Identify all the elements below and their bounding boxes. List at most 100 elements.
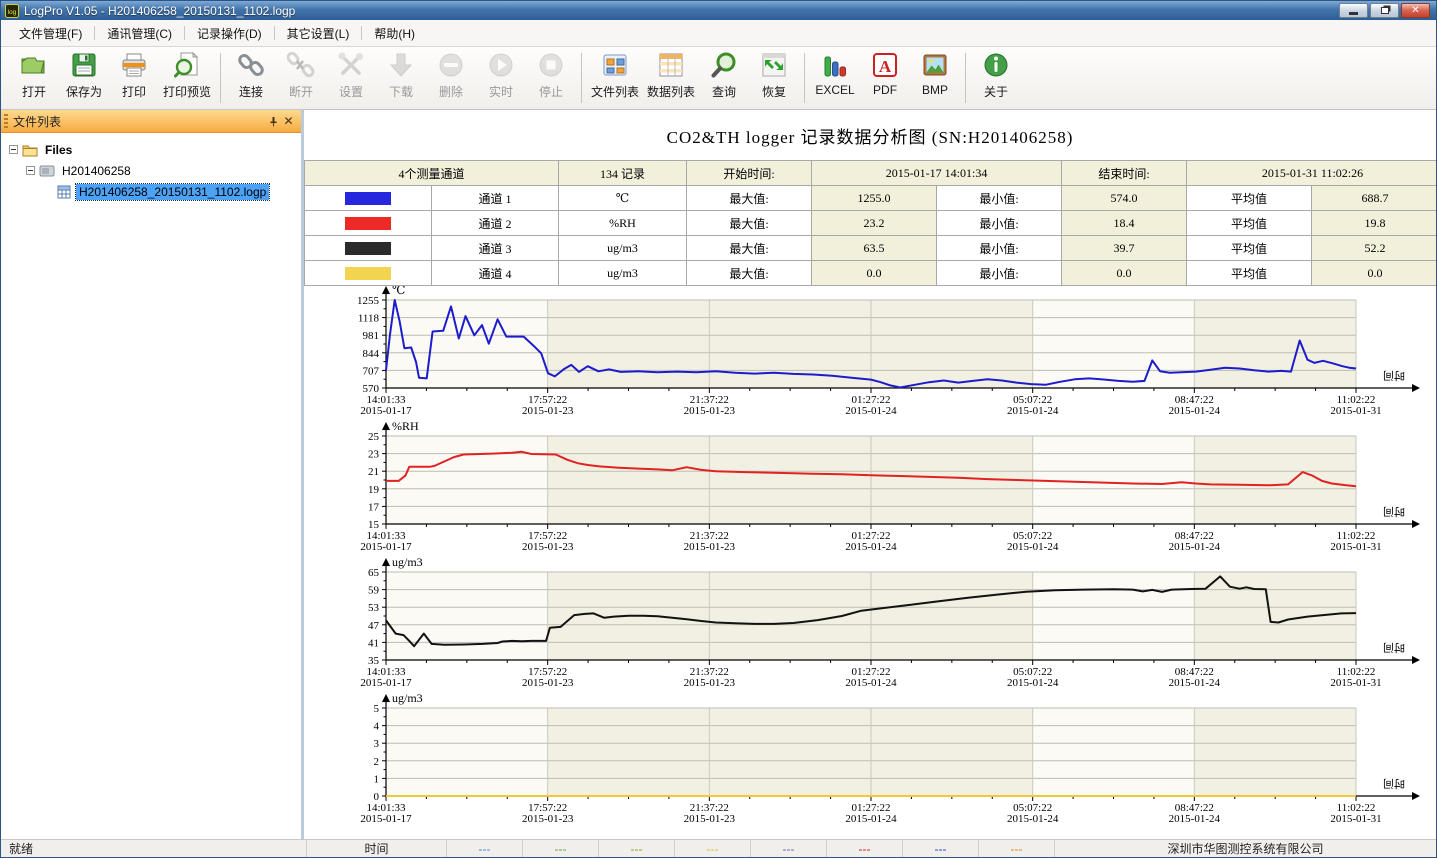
summary-table: 4个测量通道134 记录开始时间:2015-01-17 14:01:34结束时间… bbox=[304, 160, 1436, 286]
channel-color-cell bbox=[305, 236, 432, 261]
x-tick-date: 2015-01-24 bbox=[1007, 677, 1059, 689]
close-button[interactable]: ✕ bbox=[1401, 3, 1430, 18]
x-axis-arrow bbox=[1412, 384, 1420, 392]
plot-band bbox=[548, 436, 710, 524]
x-tick-date: 2015-01-24 bbox=[1007, 541, 1059, 553]
x-tick-date: 2015-01-31 bbox=[1330, 541, 1381, 553]
channel-color-cell bbox=[305, 211, 432, 236]
toolbar-query-magnifier-button[interactable]: 查询 bbox=[699, 51, 749, 100]
header-record-count: 134 记录 bbox=[559, 161, 687, 186]
panel-close-button[interactable]: ✕ bbox=[281, 114, 296, 129]
x-axis-title: 时间 bbox=[1383, 369, 1405, 382]
x-tick-date: 2015-01-31 bbox=[1330, 677, 1381, 689]
x-tick-date: 2015-01-23 bbox=[684, 813, 736, 825]
stop-circle-icon bbox=[537, 51, 565, 82]
tree-expander[interactable] bbox=[26, 166, 35, 175]
x-tick-date: 2015-01-17 bbox=[360, 677, 412, 689]
toolbar-print-preview-button[interactable]: 打印预览 bbox=[159, 51, 215, 100]
about-info-icon bbox=[982, 51, 1010, 82]
plot-band bbox=[871, 708, 1033, 796]
menu-item-5[interactable]: 帮助(H) bbox=[362, 21, 427, 46]
file-list-panel-header: 文件列表 ✕ bbox=[1, 110, 301, 133]
y-tick-label: 1118 bbox=[358, 313, 380, 325]
print-preview-icon bbox=[173, 51, 201, 82]
plot-band bbox=[871, 300, 1033, 388]
tree-item-files-root[interactable]: Files bbox=[3, 139, 299, 160]
avg-label: 平均值 bbox=[1187, 261, 1312, 286]
plot-band bbox=[1033, 300, 1195, 388]
y-axis-arrow bbox=[382, 286, 390, 294]
status-value-cell-3: --- bbox=[598, 840, 674, 857]
x-tick-date: 2015-01-24 bbox=[1007, 813, 1059, 825]
y-tick-label: 47 bbox=[368, 620, 380, 632]
x-tick-date: 2015-01-24 bbox=[845, 405, 897, 417]
realtime-play-icon bbox=[487, 51, 515, 82]
device-icon bbox=[39, 164, 55, 178]
menu-item-1[interactable]: 文件管理(F) bbox=[7, 21, 94, 46]
menu-item-2[interactable]: 通讯管理(C) bbox=[95, 21, 184, 46]
close-icon: ✕ bbox=[1411, 6, 1419, 16]
connect-chain-icon bbox=[237, 51, 265, 82]
pdf-icon: A bbox=[871, 51, 899, 82]
channel-name: 通道 2 bbox=[432, 211, 559, 236]
disconnect-chain-icon bbox=[287, 51, 315, 82]
save-floppy-icon bbox=[70, 51, 98, 82]
toolbar-file-list-panel-button[interactable]: 文件列表 bbox=[587, 51, 643, 100]
minimize-button[interactable] bbox=[1339, 3, 1368, 18]
plot-band bbox=[871, 572, 1033, 660]
restore-arrows-icon bbox=[760, 51, 788, 82]
max-label: 最大值: bbox=[687, 261, 812, 286]
toolbar-pdf-button[interactable]: APDF bbox=[860, 51, 910, 97]
toolbar-open-folder-button[interactable]: 打开 bbox=[9, 51, 59, 100]
menu-item-3[interactable]: 记录操作(D) bbox=[185, 21, 274, 46]
x-tick-date: 2015-01-23 bbox=[522, 813, 574, 825]
y-tick-label: 25 bbox=[368, 431, 380, 443]
toolbar-excel-chart-button[interactable]: EXCEL bbox=[810, 51, 860, 97]
pin-button[interactable] bbox=[266, 114, 281, 129]
plot-band bbox=[1194, 436, 1356, 524]
x-tick-date: 2015-01-24 bbox=[1007, 405, 1059, 417]
toolbar-bmp-image-button[interactable]: BMP bbox=[910, 51, 960, 97]
toolbar-save-floppy-button[interactable]: 保存为 bbox=[59, 51, 109, 100]
toolbar-label: 打开 bbox=[22, 83, 46, 100]
x-tick-date: 2015-01-31 bbox=[1330, 813, 1381, 825]
tree-expander[interactable] bbox=[9, 145, 18, 154]
tree-item-label: H201406258 bbox=[59, 163, 134, 179]
toolbar-separator bbox=[965, 53, 966, 103]
toolbar-label: 关于 bbox=[984, 83, 1008, 100]
y-tick-label: 3 bbox=[374, 738, 380, 750]
status-value-cell-8: --- bbox=[978, 840, 1054, 857]
y-tick-label: 1 bbox=[374, 773, 380, 785]
plot-band bbox=[1033, 708, 1195, 796]
y-tick-label: 21 bbox=[368, 466, 379, 478]
toolbar-connect-chain-button[interactable]: 连接 bbox=[226, 51, 276, 100]
toolbar-restore-arrows-button[interactable]: 恢复 bbox=[749, 51, 799, 100]
x-tick-date: 2015-01-24 bbox=[1169, 541, 1221, 553]
y-tick-label: 844 bbox=[363, 348, 380, 360]
y-axis-unit-label: ug/m3 bbox=[392, 558, 423, 569]
toolbar-about-info-button[interactable]: 关于 bbox=[971, 51, 1021, 100]
tree-item-logfile[interactable]: H201406258_20150131_1102.logp bbox=[3, 181, 299, 202]
status-value-cell-7: --- bbox=[902, 840, 978, 857]
x-tick-date: 2015-01-23 bbox=[522, 677, 574, 689]
toolbar-data-list-table-button[interactable]: 数据列表 bbox=[643, 51, 699, 100]
status-value-cell-1: --- bbox=[446, 840, 522, 857]
x-axis-title: 时间 bbox=[1383, 505, 1405, 518]
x-tick-date: 2015-01-24 bbox=[845, 813, 897, 825]
tree-item-device[interactable]: H201406258 bbox=[3, 160, 299, 181]
toolbar-printer-button[interactable]: 打印 bbox=[109, 51, 159, 100]
restore-button[interactable] bbox=[1370, 3, 1399, 18]
menu-item-4[interactable]: 其它设置(L) bbox=[275, 21, 362, 46]
x-tick-date: 2015-01-24 bbox=[1169, 813, 1221, 825]
toolbar-settings-tools-button: 设置 bbox=[326, 51, 376, 100]
toolbar-label: 下载 bbox=[389, 83, 413, 100]
header-start-time-value: 2015-01-17 14:01:34 bbox=[812, 161, 1062, 186]
plot-band bbox=[386, 300, 548, 388]
toolbar-label: 保存为 bbox=[66, 83, 102, 100]
avg-value: 52.2 bbox=[1312, 236, 1436, 261]
file-tree: Files H201406258 H201406258_20150131_1102.… bbox=[1, 133, 301, 839]
plot-band bbox=[709, 708, 871, 796]
window-title: LogPro V1.05 - H201406258_20150131_1102.… bbox=[24, 4, 1339, 18]
x-tick-date: 2015-01-24 bbox=[1169, 405, 1221, 417]
y-tick-label: 19 bbox=[368, 484, 380, 496]
